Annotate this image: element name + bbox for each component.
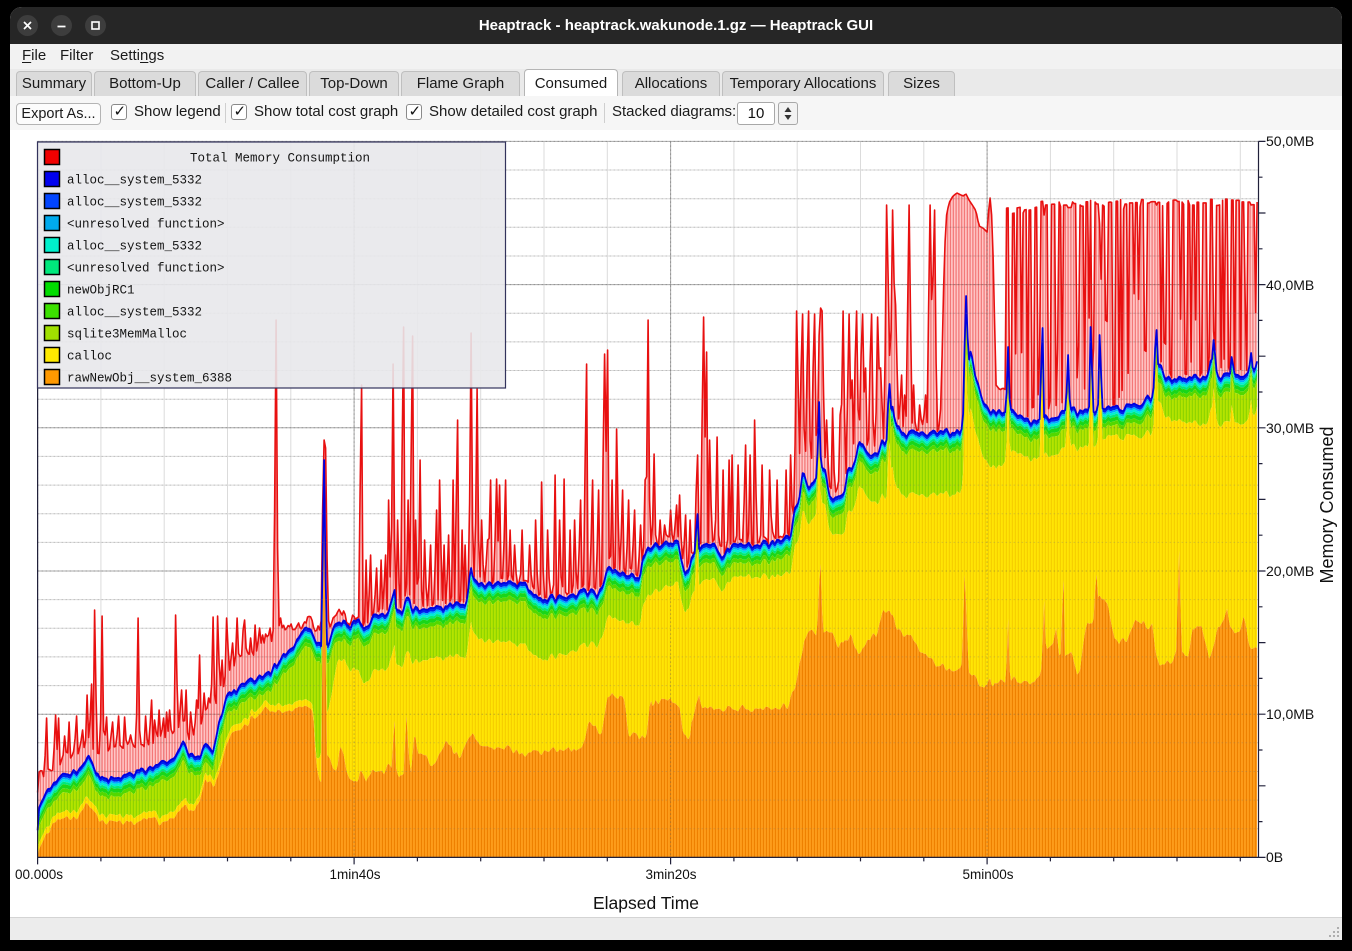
svg-text:alloc__system_5332: alloc__system_5332	[67, 240, 202, 254]
svg-text:Total Memory Consumption: Total Memory Consumption	[190, 152, 370, 166]
svg-text:40,0MB: 40,0MB	[1266, 277, 1314, 293]
svg-text:0B: 0B	[1266, 849, 1283, 865]
svg-text:<unresolved function>: <unresolved function>	[67, 262, 225, 276]
svg-text:00.000s: 00.000s	[15, 867, 63, 882]
svg-text:alloc__system_5332: alloc__system_5332	[67, 196, 202, 210]
svg-text:1min40s: 1min40s	[329, 867, 380, 882]
svg-text:sqlite3MemMalloc: sqlite3MemMalloc	[67, 328, 187, 342]
svg-text:newObjRC1: newObjRC1	[67, 284, 135, 298]
svg-text:30,0MB: 30,0MB	[1266, 420, 1314, 436]
svg-text:20,0MB: 20,0MB	[1266, 563, 1314, 579]
svg-text:alloc__system_5332: alloc__system_5332	[67, 306, 202, 320]
svg-text:Memory Consumed: Memory Consumed	[1317, 426, 1337, 583]
svg-text:10,0MB: 10,0MB	[1266, 706, 1314, 722]
svg-text:calloc: calloc	[67, 350, 112, 364]
svg-text:50,0MB: 50,0MB	[1266, 133, 1314, 149]
svg-text:Elapsed Time: Elapsed Time	[593, 893, 699, 913]
svg-text:5min00s: 5min00s	[962, 867, 1013, 882]
svg-text:rawNewObj__system_6388: rawNewObj__system_6388	[67, 372, 232, 386]
svg-text:alloc__system_5332: alloc__system_5332	[67, 174, 202, 188]
svg-text:<unresolved function>: <unresolved function>	[67, 218, 225, 232]
svg-text:3min20s: 3min20s	[645, 867, 696, 882]
